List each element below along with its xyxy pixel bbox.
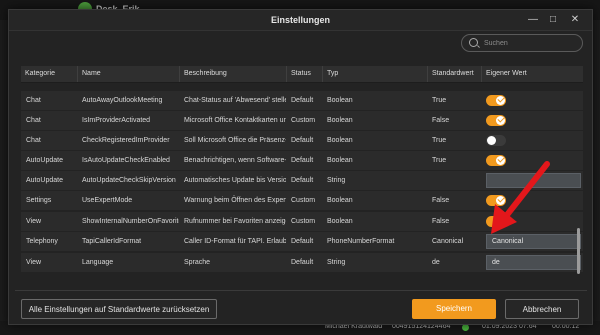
- type-cell: Boolean: [327, 218, 353, 225]
- status-cell: Default: [291, 157, 314, 164]
- status-cell: Custom: [291, 117, 316, 124]
- minimize-icon[interactable]: —: [526, 13, 540, 27]
- default-cell: de: [432, 259, 440, 266]
- category-cell: Chat: [26, 137, 41, 144]
- default-cell: [427, 171, 481, 190]
- name-cell: AutoAwayOutlookMeeting: [82, 97, 163, 104]
- search-box[interactable]: [461, 34, 583, 52]
- toggle-knob: [487, 136, 496, 145]
- table-row[interactable]: View Language Sprache Default String de de: [21, 253, 583, 272]
- close-icon[interactable]: ✕: [568, 13, 582, 27]
- toggle-knob: [496, 115, 505, 125]
- category-cell: Chat: [26, 97, 41, 104]
- default-cell: Canonical: [432, 238, 464, 245]
- name-cell: TapiCallerIdFormat: [82, 238, 142, 245]
- annotation-arrow-icon: [491, 161, 550, 234]
- category-cell: View: [26, 259, 42, 266]
- toggle-knob: [496, 95, 505, 105]
- description-cell: Microsoft Office Kontaktkarten und: [184, 117, 286, 124]
- table-row[interactable]: Chat AutoAwayOutlookMeeting Chat-Status au…: [21, 91, 583, 110]
- status-cell: Custom: [291, 218, 316, 225]
- default-cell: False: [432, 117, 450, 124]
- default-cell: False: [432, 218, 450, 225]
- scrollbar-thumb[interactable]: [577, 228, 580, 274]
- value-toggle[interactable]: [486, 95, 506, 106]
- name-cell: Language: [82, 259, 114, 266]
- save-button[interactable]: Speichern: [412, 299, 496, 319]
- reset-all-button[interactable]: Alle Einstellungen auf Standardwerte zur…: [21, 299, 217, 319]
- description-cell: Rufnummer bei Favoriten anzeige: [184, 218, 286, 225]
- value-toggle[interactable]: [486, 135, 506, 146]
- type-cell: Boolean: [327, 197, 353, 204]
- table-row[interactable]: Chat IsImProviderActivated Microsoft Offic…: [21, 111, 583, 130]
- description-cell: Sprache: [184, 259, 211, 266]
- dialog-titlebar: Einstellungen — □ ✕: [9, 10, 592, 31]
- table-header: Kategorie Name Beschreibung Status Typ Standa…: [21, 66, 583, 83]
- maximize-icon[interactable]: □: [546, 13, 560, 27]
- default-cell: False: [432, 197, 450, 204]
- default-cell: True: [432, 97, 447, 104]
- category-cell: Chat: [26, 117, 41, 124]
- header-col-status[interactable]: Status: [286, 66, 322, 82]
- value-input[interactable]: de: [486, 255, 581, 270]
- type-cell: Boolean: [327, 97, 353, 104]
- header-col-standardwert[interactable]: Standardwert: [427, 66, 481, 82]
- default-cell: True: [432, 137, 447, 144]
- type-cell: String: [327, 259, 346, 266]
- type-cell: PhoneNumberFormat: [327, 238, 395, 245]
- description-cell: Automatisches Update bis Version: [184, 177, 286, 184]
- status-cell: Default: [291, 238, 314, 245]
- type-cell: Boolean: [327, 157, 353, 164]
- description-cell: Warnung beim Öffnen des Expert: [184, 197, 286, 204]
- header-col-kategorie[interactable]: Kategorie: [21, 66, 77, 82]
- table-scrollbar[interactable]: [577, 84, 581, 278]
- status-cell: Default: [291, 137, 314, 144]
- description-cell: Benachrichtigen, wenn Software-U: [184, 157, 286, 164]
- description-cell: Chat-Status auf 'Abwesend' stellen: [184, 97, 286, 104]
- call-status-icon: [462, 324, 469, 331]
- description-cell: Caller ID-Format für TAPI. Erlaubt: [184, 238, 286, 245]
- name-cell: AutoUpdateCheckSkipVersion: [82, 177, 176, 184]
- status-cell: Default: [291, 97, 314, 104]
- type-cell: Boolean: [327, 137, 353, 144]
- table-row[interactable]: Chat CheckRegisteredImProvider Soll Micros…: [21, 131, 583, 150]
- check-icon: [497, 115, 505, 123]
- default-cell: True: [432, 157, 447, 164]
- category-cell: View: [26, 218, 42, 225]
- header-col-name[interactable]: Name: [77, 66, 179, 82]
- search-input[interactable]: [482, 36, 580, 51]
- header-col-beschreibung[interactable]: Beschreibung: [179, 66, 286, 82]
- category-cell: Telephony: [26, 238, 58, 245]
- type-cell: Boolean: [327, 117, 353, 124]
- category-cell: AutoUpdate: [26, 157, 63, 164]
- name-cell: CheckRegisteredImProvider: [82, 137, 170, 144]
- category-cell: AutoUpdate: [26, 177, 63, 184]
- search-icon: [469, 38, 478, 47]
- header-col-typ[interactable]: Typ: [322, 66, 427, 82]
- value-input[interactable]: Canonical: [486, 234, 581, 249]
- header-col-eigener-wert[interactable]: Eigener Wert: [481, 66, 583, 82]
- value-toggle[interactable]: [486, 115, 506, 126]
- status-cell: Default: [291, 259, 314, 266]
- name-cell: IsAutoUpdateCheckEnabled: [82, 157, 170, 164]
- description-cell: Soll Microsoft Office die Präsenz-: [184, 137, 286, 144]
- settings-dialog: Einstellungen — □ ✕ KategorieNameBeschre…: [8, 9, 593, 325]
- category-cell: Settings: [26, 197, 52, 204]
- type-cell: String: [327, 177, 346, 184]
- name-cell: IsImProviderActivated: [82, 117, 151, 124]
- dialog-title: Einstellungen: [270, 15, 330, 25]
- cancel-button[interactable]: Abbrechen: [505, 299, 579, 319]
- footer-divider: [15, 290, 587, 291]
- check-icon: [497, 95, 505, 103]
- name-cell: UseExpertMode: [82, 197, 133, 204]
- status-cell: Default: [291, 177, 314, 184]
- name-cell: ShowInternalNumberOnFavorite: [82, 218, 179, 225]
- status-cell: Custom: [291, 197, 316, 204]
